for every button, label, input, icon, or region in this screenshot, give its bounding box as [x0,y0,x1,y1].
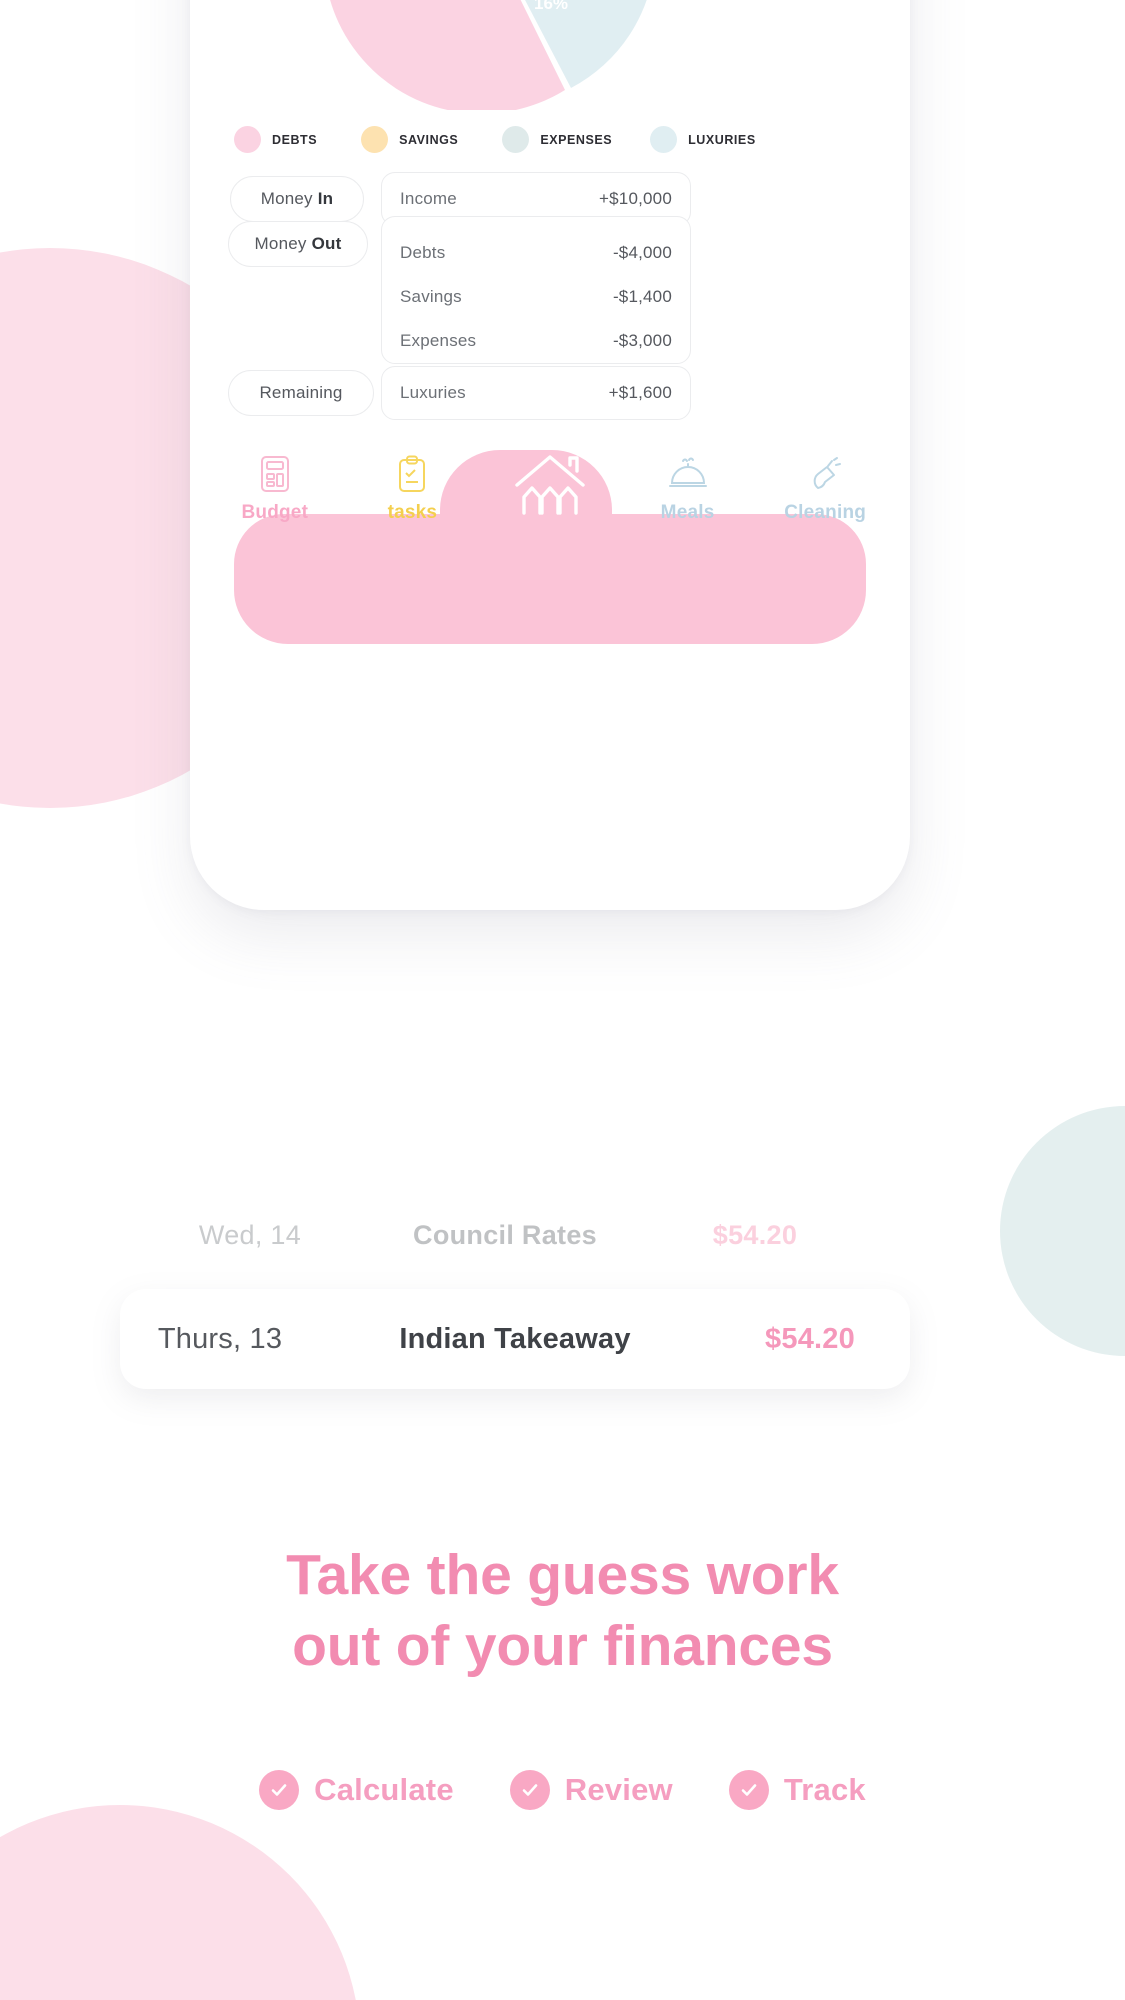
decorative-blob-right [1000,1106,1125,1356]
luxuries-value: +$1,600 [608,383,672,402]
feature-review: Review [509,1770,673,1810]
money-out-row[interactable]: Expenses -$3,000 [400,323,672,359]
legend-item-savings: SAVINGS [361,126,458,153]
food-dome-icon [668,450,707,498]
money-out-pill[interactable]: Money Out [228,221,368,267]
transaction-amount: $54.20 [765,1322,855,1355]
legend-item-debts: DEBTS [234,126,317,153]
expenses-key: Expenses [400,331,477,350]
savings-value: -$1,400 [612,287,672,306]
money-out-label: Money [254,234,307,253]
expenses-value: -$3,000 [612,331,672,350]
nav-item-home[interactable] [481,436,619,616]
check-circle-icon [728,1770,769,1810]
transaction-date: Thurs, 13 [157,1322,283,1355]
feature-track: Track [728,1770,866,1810]
legend-label-expenses: EXPENSES [540,132,613,147]
nav-label-cleaning: Cleaning [784,502,867,523]
money-out-row[interactable]: Savings -$1,400 [400,279,672,315]
legend-label-debts: DEBTS [272,132,318,147]
nav-label-tasks: tasks [387,502,438,523]
debts-value: -$4,000 [612,243,672,262]
remaining-pill[interactable]: Remaining [228,370,374,416]
money-out-label-bold: Out [311,234,342,253]
pie-slice-debts [330,0,565,110]
headline-line-2: out of your finances [292,1613,833,1678]
landing-page: Income Debt andSavings Expenses Summary … [0,0,1125,2000]
phone-mockup: Income Debt andSavings Expenses Summary … [190,0,910,910]
feature-label-review: Review [564,1772,673,1807]
income-key: Income [400,189,457,208]
spray-bottle-icon [807,450,843,498]
luxuries-key: Luxuries [400,383,466,402]
headline-line-1: Take the guess work [286,1543,839,1607]
transaction-name: Indian Takeaway [399,1322,631,1355]
home-icon [513,450,587,520]
phone-screen: Income Debt andSavings Expenses Summary … [206,0,894,894]
legend-swatch-savings [361,126,389,153]
feature-calculate: Calculate [259,1770,454,1810]
money-in-label: Money [260,189,313,208]
legend-label-savings: SAVINGS [399,132,459,147]
legend-swatch-debts [234,126,261,153]
income-value: +$10,000 [599,189,672,208]
money-out-row[interactable]: Debts -$4,000 [400,235,672,271]
pie-legend: DEBTS SAVINGS EXPENSES LUXURIES [226,126,886,153]
legend-label-luxuries: LUXURIES [688,132,756,147]
check-circle-icon [509,1770,550,1810]
transaction-name: Council Rates [413,1219,597,1250]
money-in-pill[interactable]: Money In [230,176,364,222]
decorative-blob-bottom [0,1805,360,2000]
bottom-navigation: Budget tasks Meals Cleaning [206,436,894,644]
clipboard-checklist-icon [397,450,427,498]
money-out-group: Debts -$4,000 Savings -$1,400 Expenses -… [381,216,691,364]
legend-swatch-expenses [502,126,530,153]
pie-chart-svg: 30% 16% 40% 14% [330,0,647,110]
legend-swatch-luxuries [650,126,678,153]
app-screen: Income Debt andSavings Expenses Summary … [206,0,894,894]
nav-item-meals[interactable]: Meals [619,436,757,616]
debts-key: Debts [400,243,446,262]
nav-label-meals: Meals [660,502,715,523]
transaction-row-card[interactable]: Thurs, 13 Indian Takeaway $54.20 [120,1289,910,1389]
transaction-row-faded[interactable]: Wed, 14 Council Rates $54.20 [150,1195,850,1275]
check-circle-icon [259,1770,300,1810]
nav-item-cleaning[interactable]: Cleaning [756,436,894,616]
feature-label-track: Track [783,1772,866,1807]
nav-item-tasks[interactable]: tasks [344,436,482,616]
nav-label-budget: Budget [241,502,309,523]
calculator-icon [259,450,291,498]
page-headline: Take the guess work out of your finances [0,1540,1125,1681]
feature-label-calculate: Calculate [314,1772,454,1807]
feature-list: Calculate Review Track [0,1770,1125,1810]
legend-item-luxuries: LUXURIES [650,126,756,153]
pie-slices [330,0,647,110]
transaction-date: Wed, 14 [198,1219,302,1250]
transaction-amount: $54.20 [712,1219,798,1250]
savings-key: Savings [400,287,462,306]
pie-label-luxuries: 16% [534,0,568,13]
luxuries-row[interactable]: Luxuries +$1,600 [381,366,691,420]
legend-item-expenses: EXPENSES [502,126,612,153]
money-in-label-bold: In [317,189,334,208]
nav-item-budget[interactable]: Budget [206,436,344,616]
budget-pie-chart: 30% 16% 40% 14% [321,0,681,110]
